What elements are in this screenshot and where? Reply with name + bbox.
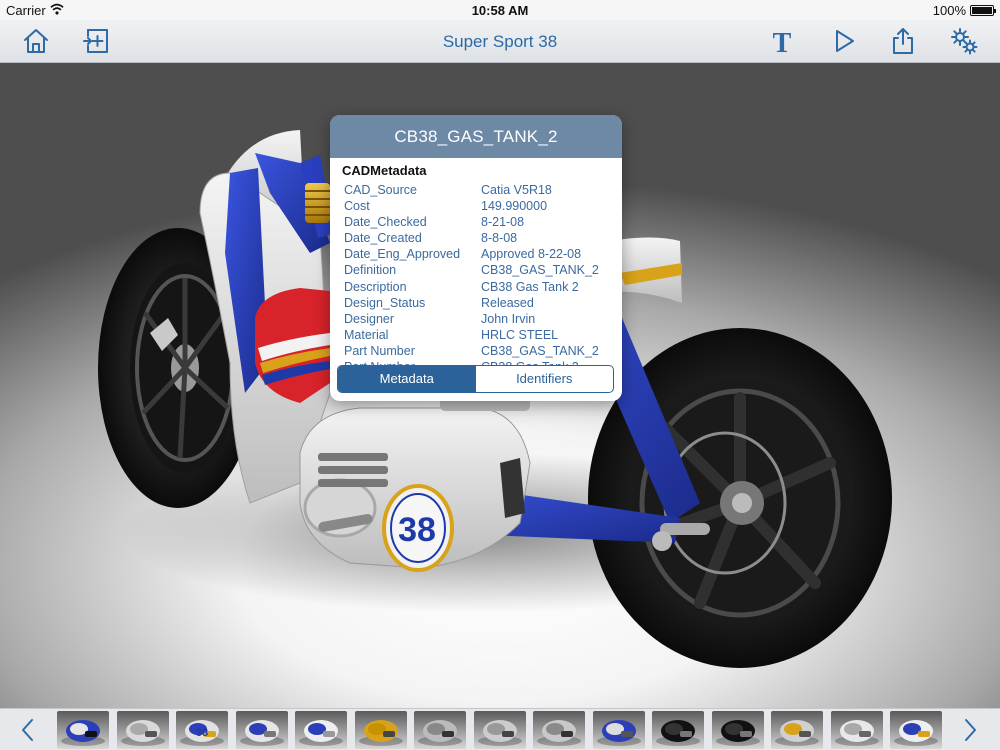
share-icon xyxy=(893,28,913,54)
clock: 10:58 AM xyxy=(471,3,529,18)
text-button[interactable]: T xyxy=(765,24,799,58)
metadata-key: Design_Status xyxy=(344,295,426,310)
rear-wheel-thumb[interactable] xyxy=(652,711,704,749)
svg-text:T: T xyxy=(773,28,792,55)
metadata-key: CAD_Source xyxy=(344,183,417,197)
gearbox-thumb[interactable] xyxy=(533,711,585,749)
metadata-row: CAD_Source Catia V5R18 xyxy=(344,182,614,198)
nav-bar: Super Sport 38 T xyxy=(0,20,1000,63)
chevron-left-icon xyxy=(22,719,33,741)
metadata-row: Date_Created 8-8-08 xyxy=(344,230,614,246)
chevron-right-icon xyxy=(965,719,976,741)
metadata-list[interactable]: CAD_Source Catia V5R18 Cost 149.990000 Date_… xyxy=(344,182,614,366)
metadata-row: Date_Eng_Approved Approved 8-22-08 xyxy=(344,246,614,262)
metadata-key: Part Number xyxy=(344,343,415,358)
play-icon xyxy=(836,30,854,52)
metadata-section-header: CADMetadata xyxy=(342,163,427,178)
battery-percent: 100% xyxy=(932,3,966,18)
metadata-row: Designer John Irvin xyxy=(344,311,614,327)
metadata-value: CB38_GAS_TANK_2 xyxy=(481,343,599,358)
metadata-row: Design_Status Released xyxy=(344,295,614,311)
swingarm-thumb[interactable] xyxy=(592,711,645,749)
engine-block-thumb[interactable] xyxy=(414,711,466,749)
fork-part-thumb[interactable] xyxy=(771,711,823,749)
share-button[interactable] xyxy=(886,24,920,58)
strip-prev-button[interactable] xyxy=(18,717,38,743)
metadata-row: Description CB38 Gas Tank 2 xyxy=(344,279,614,295)
battery-icon xyxy=(970,5,996,16)
part-name-title: CB38_GAS_TANK_2 xyxy=(330,115,622,158)
strip-next-button[interactable] xyxy=(960,717,980,743)
shock-absorber[interactable] xyxy=(305,183,330,223)
front-fairing-thumb[interactable] xyxy=(890,711,942,749)
thumb-label: 38 xyxy=(196,727,208,739)
metadata-key: Date_Checked xyxy=(344,215,427,230)
metadata-row: Date_Checked 8-21-08 xyxy=(344,214,614,230)
front-wheel-thumb[interactable] xyxy=(711,711,764,749)
seat-fairing-thumb[interactable] xyxy=(830,711,883,749)
settings-button[interactable] xyxy=(947,24,981,58)
transmission-thumb[interactable] xyxy=(473,711,526,749)
metadata-value: HRLC STEEL xyxy=(481,327,559,342)
exhaust-part-thumb[interactable] xyxy=(295,711,347,749)
model-viewport[interactable]: 38 CB38_GAS_TANK_2 CADMetadata CAD_Sourc… xyxy=(0,63,1000,708)
metadata-key: Date_Eng_Approved xyxy=(344,247,461,262)
status-bar: Carrier 10:58 AM 100% xyxy=(0,0,1000,20)
metadata-key: Material xyxy=(344,327,389,342)
metadata-row: Material HRLC STEEL xyxy=(344,327,614,343)
shock-absorber-thumb[interactable] xyxy=(354,711,407,749)
metadata-key: Cost xyxy=(344,199,370,214)
metadata-value: Released xyxy=(481,295,534,310)
parts-thumbnail-strip: 38 xyxy=(0,708,1000,750)
metadata-value: CB38_GAS_TANK_2 xyxy=(481,263,599,278)
metadata-key: Date_Created xyxy=(344,231,422,246)
metadata-key: Definition xyxy=(344,263,397,278)
full-bike-thumb[interactable] xyxy=(57,711,109,749)
popover-tab-control: Metadata Identifiers xyxy=(337,365,614,393)
part-info-popover: CB38_GAS_TANK_2 CADMetadata CAD_Source Ca… xyxy=(330,115,622,401)
tab-metadata[interactable]: Metadata xyxy=(338,366,476,392)
metadata-row: Cost 149.990000 xyxy=(344,198,614,214)
metadata-key: Designer xyxy=(344,311,395,326)
metadata-key: Description xyxy=(344,279,407,294)
tab-identifiers[interactable]: Identifiers xyxy=(476,366,614,392)
settings-icon xyxy=(951,28,978,55)
metadata-value: CB38 Gas Tank 2 xyxy=(481,279,579,294)
race-number: 38 xyxy=(398,511,436,549)
tank-badge-thumb[interactable]: 38 xyxy=(176,711,228,749)
metadata-row: Part Number CB38_GAS_TANK_2 xyxy=(344,343,614,359)
text-icon: T xyxy=(773,28,792,55)
engine-cover-thumb[interactable] xyxy=(235,711,288,749)
metadata-value: 149.990000 xyxy=(481,199,548,214)
metadata-value: 8-21-08 xyxy=(481,215,525,230)
frame-assembly-thumb[interactable] xyxy=(116,711,169,749)
metadata-value: John Irvin xyxy=(481,311,536,326)
metadata-value: Approved 8-22-08 xyxy=(481,247,582,262)
metadata-row: Definition CB38_GAS_TANK_2 xyxy=(344,262,614,278)
play-button[interactable] xyxy=(827,24,861,58)
metadata-value: Catia V5R18 xyxy=(481,183,552,197)
engine[interactable]: 38 xyxy=(299,393,531,572)
metadata-value: 8-8-08 xyxy=(481,231,518,246)
